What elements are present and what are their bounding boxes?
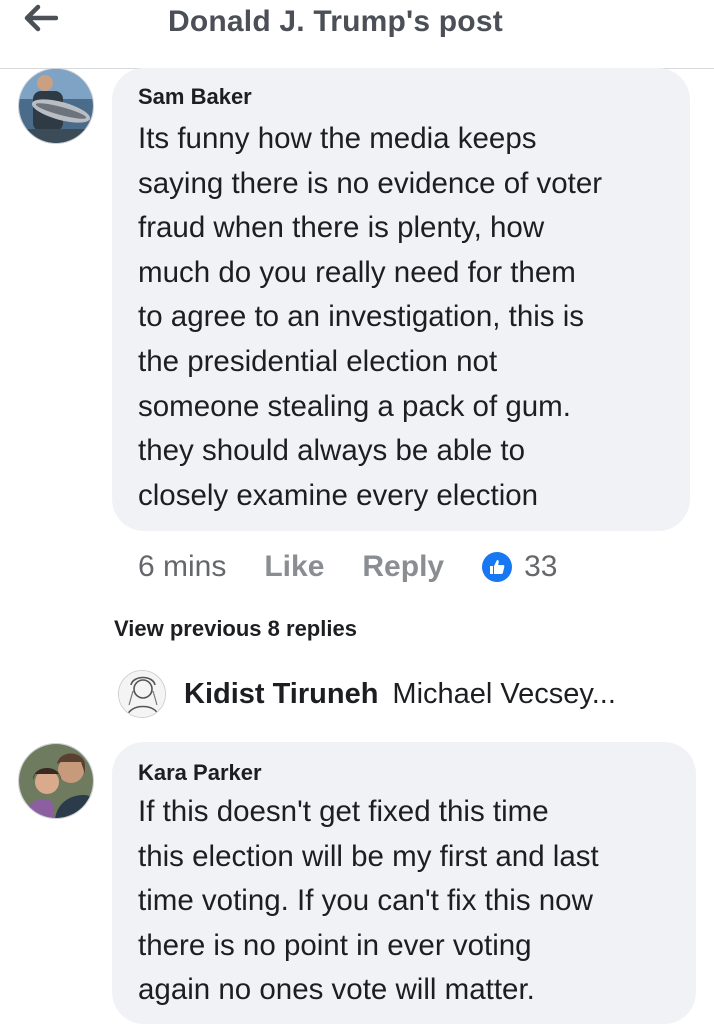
like-button[interactable]: Like: [264, 550, 324, 584]
header-bar: Donald J. Trump's post: [0, 0, 714, 69]
comment-line: someone stealing a pack of gum.: [138, 389, 571, 423]
comment-line: there is no point in ever voting: [138, 928, 532, 962]
avatar-kidist-tiruneh[interactable]: [118, 670, 166, 718]
comment-text: If this doesn't get fixed this time this…: [138, 790, 599, 1013]
comment-timestamp[interactable]: 6 mins: [138, 550, 226, 584]
comment-line: this election will be my first and last: [138, 839, 599, 873]
reply-button[interactable]: Reply: [362, 550, 444, 584]
comment-line: much do you really need for them: [138, 255, 576, 289]
comment-actions: 6 mins Like Reply 33: [138, 546, 557, 588]
latest-reply[interactable]: Kidist Tiruneh Michael Vecsey...: [118, 668, 616, 720]
back-button[interactable]: [18, 2, 62, 38]
avatar-sam-baker[interactable]: [18, 68, 94, 144]
comment-text: Its funny how the media keeps saying the…: [138, 117, 602, 518]
comment-line: to agree to an investigation, this is: [138, 300, 585, 334]
comments-page: Donald J. Trump's post Sam Baker Its fun…: [0, 0, 714, 1029]
comment-author[interactable]: Sam Baker: [138, 84, 252, 110]
comment-line: again no ones vote will matter.: [138, 973, 535, 1007]
comment-line: If this doesn't get fixed this time: [138, 795, 549, 828]
comment-line: fraud when there is plenty, how: [138, 211, 545, 245]
like-thumb-icon[interactable]: [482, 552, 513, 582]
comment-line: closely examine every election: [138, 478, 539, 512]
reply-snippet[interactable]: Michael Vecsey...: [392, 678, 616, 711]
comment-line: Its funny how the media keeps: [138, 122, 537, 155]
reply-author[interactable]: Kidist Tiruneh: [184, 678, 378, 711]
comment-author[interactable]: Kara Parker: [138, 760, 262, 786]
comment-line: they should always be able to: [138, 434, 526, 468]
avatar-kara-parker[interactable]: [18, 743, 94, 819]
reaction-count[interactable]: 33: [524, 550, 557, 584]
comment-line: time voting. If you can't fix this now: [138, 884, 593, 918]
back-arrow-icon: [22, 3, 59, 38]
view-previous-replies-link[interactable]: View previous 8 replies: [114, 616, 357, 642]
comment-line: saying there is no evidence of voter: [138, 166, 603, 200]
comment-line: the presidential election not: [138, 344, 498, 378]
page-title: Donald J. Trump's post: [168, 5, 503, 38]
